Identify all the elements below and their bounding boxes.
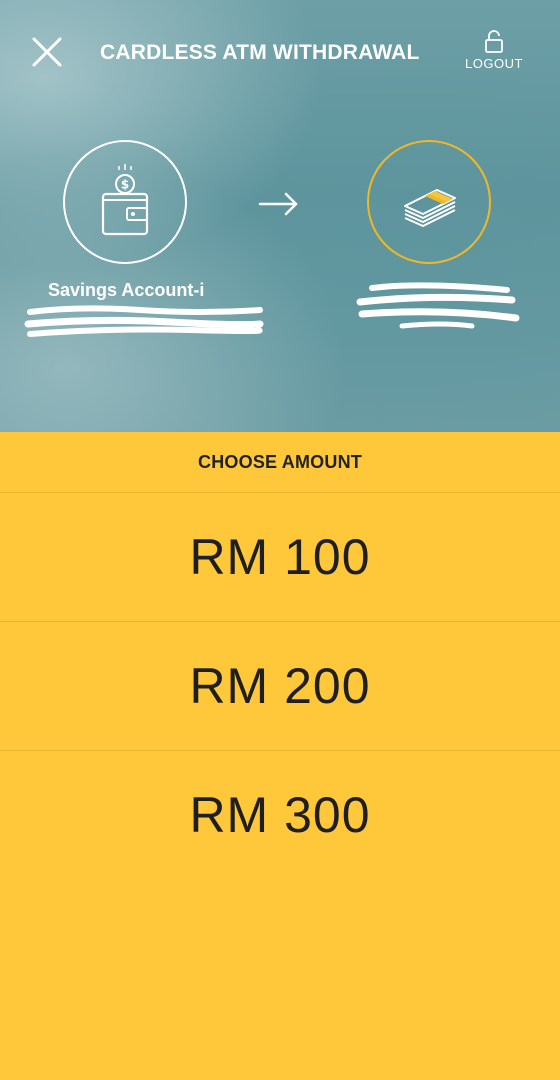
- close-button[interactable]: [30, 35, 64, 69]
- svg-text:$: $: [121, 178, 129, 192]
- choose-amount-label: CHOOSE AMOUNT: [198, 451, 362, 472]
- amount-option-300[interactable]: RM 300: [0, 751, 560, 879]
- amount-option-200[interactable]: RM 200: [0, 622, 560, 751]
- wallet-coin-icon: $: [101, 164, 149, 236]
- amount-option-label: RM 100: [189, 529, 371, 585]
- redaction-scribble-left: [24, 305, 264, 337]
- arrow-right-icon: [258, 192, 298, 216]
- amount-option-label: RM 200: [189, 658, 371, 714]
- close-icon: [32, 37, 62, 67]
- page-title: CARDLESS ATM WITHDRAWAL: [100, 41, 420, 64]
- from-account-circle: $: [63, 140, 187, 264]
- amount-option-label: RM 300: [189, 787, 371, 843]
- choose-amount-heading: CHOOSE AMOUNT: [0, 432, 560, 493]
- to-cash-circle: [367, 140, 491, 264]
- from-account-name: Savings Account-i: [48, 280, 205, 300]
- logout-label: LOGOUT: [465, 56, 523, 71]
- amount-option-100[interactable]: RM 100: [0, 493, 560, 622]
- cash-stack-icon: [404, 189, 456, 227]
- logout-button[interactable]: LOGOUT: [458, 30, 530, 80]
- redaction-scribble-right: [356, 282, 520, 329]
- unlock-icon: [485, 30, 503, 53]
